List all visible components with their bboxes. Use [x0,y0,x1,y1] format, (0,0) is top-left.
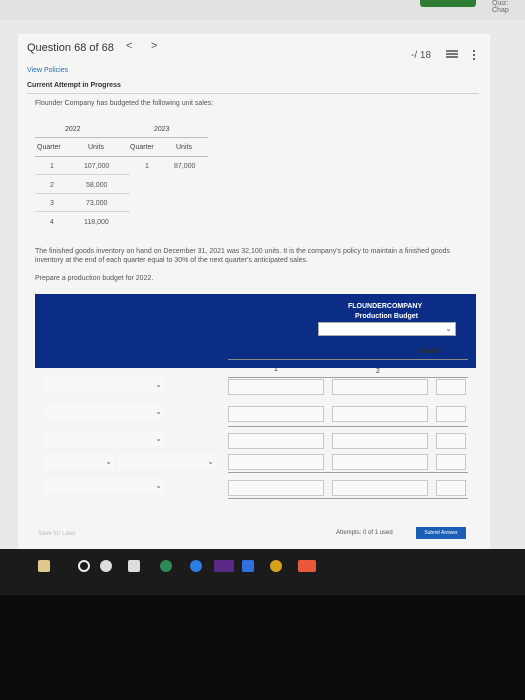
question-card: Question 68 of 68 < > -/ 18 View Policie… [18,34,490,564]
attempts-counter: Attempts: 0 of 1 used [336,530,393,536]
col-quarter-2022: Quarter [37,144,61,151]
table-cell: 3 [50,200,54,207]
chevron-down-icon: ⌄ [155,407,162,416]
row-line [228,498,468,499]
chrome-icon[interactable] [160,560,172,572]
quarter-col-1: 1 [274,366,278,373]
circle-icon[interactable] [78,560,90,572]
year-2023-header: 2023 [154,126,170,133]
table-cell: 1 [145,163,149,170]
table-cell: 73,000 [86,200,108,207]
calculator-icon[interactable] [128,560,140,572]
budget-title: Production Budget [355,313,418,320]
table-cell: 4 [50,219,54,226]
edge-icon[interactable] [190,560,202,572]
col-units-2022: Units [88,144,104,151]
quiz-tab-link[interactable]: Quiz: Chap [492,0,525,14]
budget-input[interactable] [332,454,428,470]
row-divider [35,193,130,194]
chevron-down-icon: ⌄ [445,324,452,333]
budget-input[interactable] [436,433,466,449]
budget-input[interactable] [332,480,428,496]
photos-icon[interactable] [242,560,254,572]
budget-input[interactable] [436,406,466,422]
row-divider [35,174,130,175]
budget-input[interactable] [228,480,324,496]
chevron-down-icon: ⌄ [155,481,162,490]
budget-input[interactable] [332,379,428,395]
budget-row-select[interactable]: ⌄ [44,377,164,393]
budget-input[interactable] [228,406,324,422]
table-cell: 87,000 [174,163,196,170]
chevron-down-icon: ⌄ [155,380,162,389]
view-policies-link[interactable]: View Policies [27,67,68,74]
year-underline [35,137,130,138]
budget-input[interactable] [436,480,466,496]
list-icon[interactable] [446,50,458,59]
budget-input[interactable] [332,433,428,449]
budget-input[interactable] [228,433,324,449]
period-select[interactable]: ⌄ [318,322,456,336]
col-units-2023: Units [176,144,192,151]
quarter-underline [228,359,468,360]
app-icon[interactable] [298,560,316,572]
save-for-later-button[interactable]: Save for Later [38,531,76,537]
chevron-down-icon: ⌄ [207,457,214,466]
taskbar [0,549,525,595]
table-cell: 118,000 [84,219,109,226]
budget-input[interactable] [228,379,324,395]
screen: Quiz: Chap Question 68 of 68 < > -/ 18 V… [0,0,525,595]
points-label: -/ 18 [411,50,432,61]
table-cell: 58,000 [86,182,108,189]
header-underline [35,156,208,157]
row-divider [35,211,130,212]
app-icon[interactable] [214,560,234,572]
budget-row-select[interactable]: ⌄ [118,454,216,470]
budget-input[interactable] [332,406,428,422]
row-line [228,377,468,378]
instruction-text: Prepare a production budget for 2022. [35,275,154,282]
quarter-label: Quarter [418,348,442,355]
problem-paragraph: The finished goods inventory on hand on … [35,248,450,264]
row-line [228,472,468,473]
budget-company-name: FLOUNDERCOMPANY [348,303,423,310]
table-cell: 2 [50,182,54,189]
quarter-col-2: 2 [376,368,380,375]
row-line [228,426,468,427]
year-2022-header: 2022 [65,126,81,133]
divider [27,93,479,94]
budget-input[interactable] [436,379,466,395]
prev-question-button[interactable]: < [126,40,132,52]
top-green-tab[interactable] [420,0,476,7]
next-question-button[interactable]: > [151,40,157,52]
more-vertical-icon[interactable] [473,50,476,62]
chevron-down-icon: ⌄ [155,434,162,443]
budget-row-select[interactable]: ⌄ [44,478,164,494]
budget-input[interactable] [228,454,324,470]
table-cell: 107,000 [84,163,110,170]
col-quarter-2023: Quarter [130,144,154,151]
submit-answer-button[interactable]: Submit Answer [416,527,466,539]
intro-text: Flounder Company has budgeted the follow… [35,100,214,107]
chevron-down-icon: ⌄ [105,457,112,466]
budget-row-select[interactable]: ⌄ [44,431,164,447]
budget-row-select[interactable]: ⌄ [44,404,164,420]
table-cell: 1 [50,163,54,170]
app-icon[interactable] [38,560,50,572]
question-counter: Question 68 of 68 [27,42,114,54]
budget-input[interactable] [436,454,466,470]
attempt-status: Current Attempt in Progress [27,82,121,89]
chrome-icon[interactable] [270,560,282,572]
settings-icon[interactable] [100,560,112,572]
budget-row-select[interactable]: ⌄ [44,454,114,470]
year-underline [128,137,208,138]
